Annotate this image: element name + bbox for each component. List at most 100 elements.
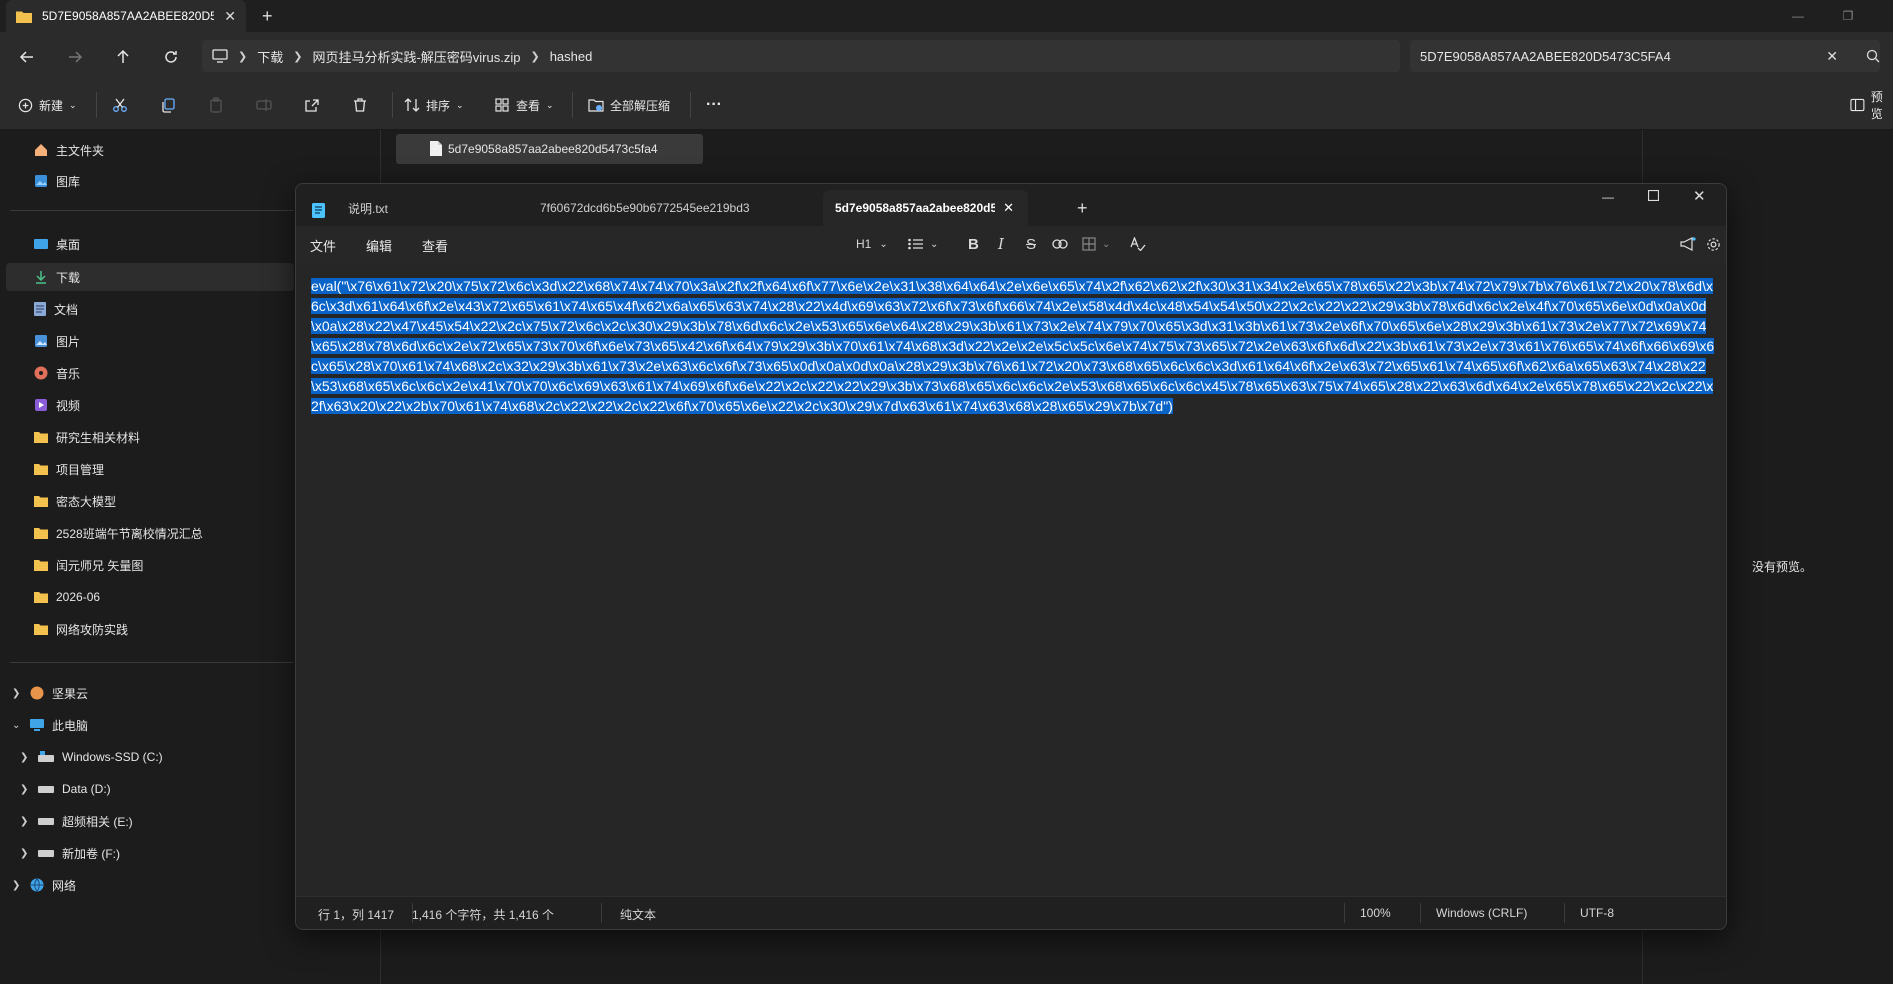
chevron-right-icon[interactable]: ❯ (12, 688, 22, 699)
sidebar-item-drive-d[interactable]: ❯ Data (D:) (20, 775, 111, 803)
search-icon[interactable] (1866, 49, 1880, 63)
sidebar-item-drive-c[interactable]: ❯ Windows-SSD (C:) (20, 743, 163, 771)
sidebar-item-folder[interactable]: 项目管理 (34, 455, 104, 483)
table-button[interactable]: ⌄ (1082, 234, 1110, 254)
copy-button[interactable] (160, 94, 176, 116)
sidebar-item-home[interactable]: 主文件夹 (34, 136, 104, 164)
link-button[interactable] (1052, 234, 1068, 254)
bold-button[interactable]: B (968, 234, 979, 254)
close-tab-icon[interactable]: ✕ (1003, 200, 1014, 216)
sidebar-item-folder[interactable]: 2528班端午节离校情况汇总 (34, 519, 203, 547)
breadcrumb-zip[interactable]: 网页挂马分析实践-解压密码virus.zip (312, 47, 520, 66)
preview-pane-icon (1850, 98, 1865, 112)
new-tab-button[interactable]: + (262, 6, 273, 27)
menu-view[interactable]: 查看 (422, 236, 448, 255)
sidebar-item-drive-e[interactable]: ❯ 超频相关 (E:) (20, 807, 133, 835)
menu-file[interactable]: 文件 (310, 236, 336, 255)
sidebar-item-folder[interactable]: 2026-06 (34, 583, 100, 611)
sidebar-item-nutstore[interactable]: ❯ 坚果云 (12, 679, 88, 707)
sidebar-item-this-pc[interactable]: ⌄ 此电脑 (12, 711, 88, 739)
extract-folder-icon (588, 99, 604, 112)
rename-button[interactable] (256, 94, 272, 116)
sidebar-item-folder[interactable]: 闰元师兄 矢量图 (34, 551, 143, 579)
search-input[interactable]: 5D7E9058A857AA2ABEE820D5473C5FA4 (1420, 49, 1826, 64)
paste-button[interactable] (208, 94, 224, 116)
spellcheck-button[interactable] (1130, 234, 1146, 254)
cut-button[interactable] (112, 94, 128, 116)
close-tab-icon[interactable]: ✕ (224, 8, 236, 25)
strikethrough-button[interactable]: S (1026, 234, 1036, 254)
announcement-button[interactable] (1680, 234, 1696, 254)
chevron-right-icon[interactable]: ❯ (20, 816, 30, 827)
megaphone-icon (1680, 237, 1696, 251)
editor-text[interactable]: eval("\x76\x61\x72\x20\x75\x72\x6c\x3d\x… (311, 276, 1715, 416)
sidebar-item-drive-f[interactable]: ❯ 新加卷 (F:) (20, 839, 120, 867)
chevron-right-icon[interactable]: ❯ (12, 880, 22, 891)
sidebar-item-downloads[interactable]: 下载 (6, 263, 294, 291)
file-item[interactable]: 5d7e9058a857aa2abee820d5473c5fa4 (396, 134, 703, 164)
minimize-icon[interactable]: — (1602, 190, 1614, 204)
new-button[interactable]: 新建 ⌄ (18, 94, 77, 116)
sidebar-item-pictures[interactable]: 图片 (34, 327, 80, 355)
back-button[interactable] (14, 44, 40, 70)
close-window-icon[interactable]: ✕ (1693, 187, 1706, 205)
table-icon (1082, 237, 1096, 251)
preview-pane-button[interactable]: 预览 (1850, 90, 1893, 121)
heading-select[interactable]: H1 ⌄ (856, 234, 888, 254)
folder-icon (34, 624, 48, 635)
sidebar-item-folder[interactable]: 密态大模型 (34, 487, 116, 515)
maximize-icon[interactable] (1648, 190, 1659, 201)
status-encoding[interactable]: UTF-8 (1580, 906, 1614, 920)
sidebar-item-music[interactable]: 音乐 (34, 359, 80, 387)
delete-button[interactable] (352, 94, 368, 116)
new-tab-button[interactable]: + (1077, 198, 1088, 219)
sort-button[interactable]: 排序 ⌄ (404, 94, 464, 116)
folder-icon (34, 464, 48, 475)
sidebar-item-videos[interactable]: 视频 (34, 391, 80, 419)
notepad-tab[interactable]: 7f60672dcd6b5e90b6772545ee219bd3 (532, 190, 750, 226)
clear-search-icon[interactable]: ✕ (1826, 48, 1838, 65)
extract-all-button[interactable]: 全部解压缩 (588, 94, 670, 116)
chevron-right-icon: ❯ (238, 50, 248, 63)
sidebar-item-documents[interactable]: 文档 (34, 295, 78, 323)
status-line-ending[interactable]: Windows (CRLF) (1436, 906, 1527, 920)
list-button[interactable]: ⌄ (908, 234, 938, 254)
sidebar-item-desktop[interactable]: 桌面 (34, 230, 80, 258)
address-bar[interactable]: ❯ 下载 ❯ 网页挂马分析实践-解压密码virus.zip ❯ hashed (202, 40, 1400, 72)
notepad-tab[interactable]: 说明.txt (340, 190, 520, 226)
status-zoom[interactable]: 100% (1360, 906, 1391, 920)
drive-icon (38, 818, 54, 825)
italic-button[interactable]: I (998, 234, 1004, 254)
up-button[interactable] (110, 44, 136, 70)
chevron-right-icon[interactable]: ❯ (20, 848, 30, 859)
sidebar-label: 视频 (56, 398, 81, 413)
chevron-right-icon[interactable]: ❯ (20, 784, 30, 795)
chevron-down-icon: ⌄ (1102, 238, 1111, 250)
chevron-right-icon[interactable]: ❯ (20, 752, 30, 763)
notepad-tab-active[interactable]: 5d7e9058a857aa2abee820d5473c5 ✕ (823, 190, 1028, 226)
breadcrumb-downloads[interactable]: 下载 (257, 47, 283, 66)
share-button[interactable] (304, 94, 320, 116)
minimize-icon[interactable]: — (1780, 0, 1816, 32)
chevron-down-icon[interactable]: ⌄ (12, 720, 22, 731)
sidebar-label: Windows-SSD (C:) (62, 750, 163, 764)
more-options-button[interactable]: ··· (706, 94, 722, 116)
forward-button[interactable] (62, 44, 88, 70)
settings-button[interactable] (1706, 234, 1721, 254)
search-box[interactable]: 5D7E9058A857AA2ABEE820D5473C5FA4 ✕ (1410, 40, 1880, 72)
menu-edit[interactable]: 编辑 (366, 236, 392, 255)
divider (96, 92, 97, 118)
sidebar-label: 2528班端午节离校情况汇总 (56, 526, 203, 541)
sort-label: 排序 (426, 98, 451, 113)
breadcrumb-hashed[interactable]: hashed (550, 49, 593, 64)
sidebar-item-network[interactable]: ❯ 网络 (12, 871, 76, 899)
refresh-button[interactable] (158, 44, 184, 70)
explorer-tab[interactable]: 5D7E9058A857AA2ABEE820D5473C5FA4 ✕ (6, 0, 246, 32)
view-button[interactable]: 查看 ⌄ (494, 94, 554, 116)
sidebar-item-gallery[interactable]: 图库 (34, 167, 80, 195)
restore-icon[interactable]: ❐ (1830, 0, 1866, 32)
extract-all-label: 全部解压缩 (610, 98, 671, 113)
sidebar-item-folder[interactable]: 网络攻防实践 (34, 615, 128, 643)
sidebar-item-folder[interactable]: 研究生相关材料 (34, 423, 140, 451)
notepad-tab-title: 7f60672dcd6b5e90b6772545ee219bd3 (540, 201, 750, 215)
